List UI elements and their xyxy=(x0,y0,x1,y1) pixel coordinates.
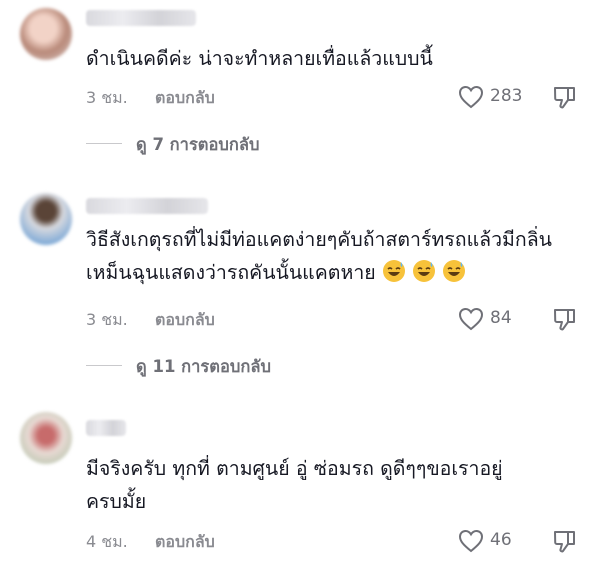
avatar[interactable] xyxy=(20,8,72,60)
avatar[interactable] xyxy=(20,412,72,464)
heart-outline-icon xyxy=(458,307,484,331)
reply-button[interactable]: ตอบกลับ xyxy=(155,86,215,111)
view-replies-label: ดู 7 การตอบกลับ xyxy=(136,135,260,154)
dislike-button[interactable] xyxy=(552,306,578,336)
divider-line xyxy=(86,143,122,144)
sweat-smile-emoji-icon xyxy=(412,259,436,283)
comment-meta: 3 ชม. ตอบกลับ 283 xyxy=(86,84,586,112)
comment-meta: 3 ชม. ตอบกลับ 84 xyxy=(86,306,586,334)
like-count: 283 xyxy=(490,86,523,106)
comment-time: 3 ชม. xyxy=(86,310,128,329)
username-blurred[interactable] xyxy=(86,420,126,436)
like-count: 84 xyxy=(490,308,512,328)
sweat-smile-emoji-icon xyxy=(442,259,466,283)
sweat-smile-emoji-icon xyxy=(382,259,406,283)
thumbs-down-icon xyxy=(554,87,575,109)
heart-outline-icon xyxy=(458,85,484,109)
view-replies-button[interactable]: ดู 7 การตอบกลับ xyxy=(86,132,386,156)
comment-text-container: วิธีสังเกตุรถที่ไม่มีท่อแคตง่ายๆคับถ้าสต… xyxy=(86,223,578,289)
thumbs-down-icon xyxy=(554,309,575,331)
view-replies-button[interactable]: ดู 11 การตอบกลับ xyxy=(86,354,386,378)
username-blurred[interactable] xyxy=(86,198,208,214)
comment-meta: 4 ชม. ตอบกลับ 46 xyxy=(86,528,586,556)
username-blurred[interactable] xyxy=(86,10,196,26)
thumbs-down-icon xyxy=(554,531,575,553)
like-count: 46 xyxy=(490,530,512,550)
heart-outline-icon xyxy=(458,529,484,553)
divider-line xyxy=(86,365,122,366)
avatar[interactable] xyxy=(20,193,72,245)
view-replies-label: ดู 11 การตอบกลับ xyxy=(136,357,271,376)
reply-button[interactable]: ตอบกลับ xyxy=(155,308,215,333)
comment-text: ดำเนินคดีค่ะ น่าจะทำหลายเทื่อแล้วแบบนี้ xyxy=(86,47,433,70)
dislike-button[interactable] xyxy=(552,528,578,558)
reply-button[interactable]: ตอบกลับ xyxy=(155,530,215,555)
dislike-button[interactable] xyxy=(552,84,578,114)
comment-text: วิธีสังเกตุรถที่ไม่มีท่อแคตง่ายๆคับถ้าสต… xyxy=(86,228,552,284)
comment-time: 4 ชม. xyxy=(86,532,128,551)
comment-time: 3 ชม. xyxy=(86,88,128,107)
comment-text: มีจริงครับ ทุกที่ ตามศูนย์ อู่ ซ่อมรถ ดู… xyxy=(86,457,503,513)
